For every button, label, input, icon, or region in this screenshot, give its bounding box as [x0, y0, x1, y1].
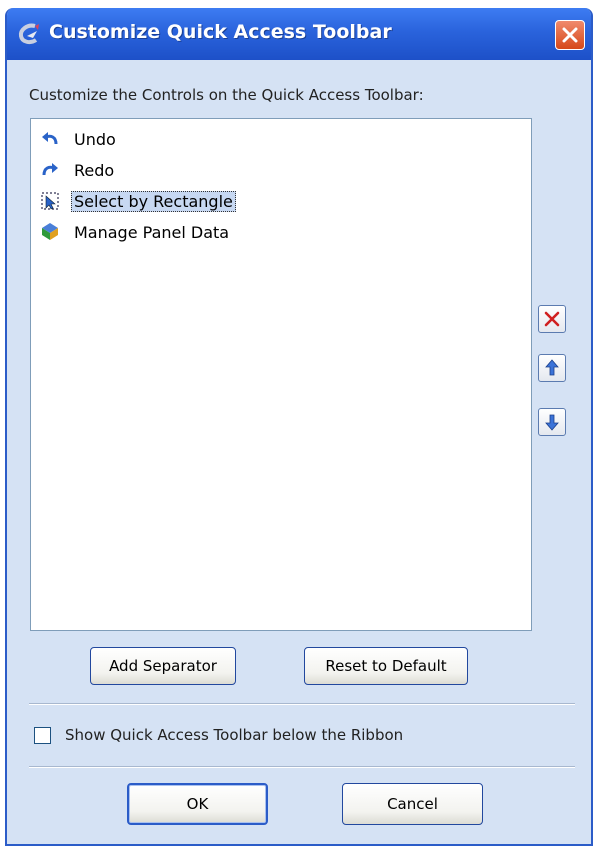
reset-to-default-button[interactable]: Reset to Default — [304, 647, 468, 685]
title-bar[interactable]: Customize Quick Access Toolbar — [7, 8, 591, 60]
move-up-button[interactable] — [538, 354, 566, 382]
list-item-label: Manage Panel Data — [74, 222, 230, 242]
remove-icon — [544, 311, 560, 327]
add-separator-button[interactable]: Add Separator — [90, 647, 236, 685]
customize-toolbar-dialog: Customize Quick Access Toolbar Customize… — [5, 8, 593, 846]
undo-icon — [39, 129, 61, 149]
list-item-undo[interactable]: Undo — [39, 126, 119, 152]
list-item-select-by-rectangle[interactable]: Select by Rectangle — [39, 188, 236, 214]
arrow-down-icon — [545, 414, 559, 431]
ok-button[interactable]: OK — [127, 783, 268, 825]
remove-button[interactable] — [538, 305, 566, 333]
close-icon — [562, 27, 578, 43]
list-item-manage-panel-data[interactable]: Manage Panel Data — [39, 219, 232, 245]
show-below-ribbon-label: Show Quick Access Toolbar below the Ribb… — [65, 726, 404, 744]
dialog-title: Customize Quick Access Toolbar — [49, 21, 392, 43]
close-button[interactable] — [555, 20, 585, 50]
show-below-ribbon-checkbox[interactable] — [34, 727, 51, 744]
redo-icon — [39, 160, 61, 180]
select-rectangle-icon — [39, 191, 61, 211]
app-logo-icon — [17, 22, 43, 46]
list-item-label: Select by Rectangle — [71, 190, 236, 212]
list-item-redo[interactable]: Redo — [39, 157, 117, 183]
cancel-button[interactable]: Cancel — [342, 783, 483, 825]
list-item-label: Redo — [74, 160, 115, 180]
controls-list-label: Customize the Controls on the Quick Acce… — [29, 86, 424, 104]
divider — [29, 703, 575, 705]
list-item-label: Undo — [74, 129, 116, 149]
arrow-up-icon — [545, 359, 559, 376]
move-down-button[interactable] — [538, 408, 566, 436]
toolbar-controls-list[interactable]: Undo Redo Select by Rectangle Manage Pan… — [30, 118, 532, 631]
manage-panel-data-icon — [39, 222, 61, 242]
divider — [29, 766, 575, 768]
